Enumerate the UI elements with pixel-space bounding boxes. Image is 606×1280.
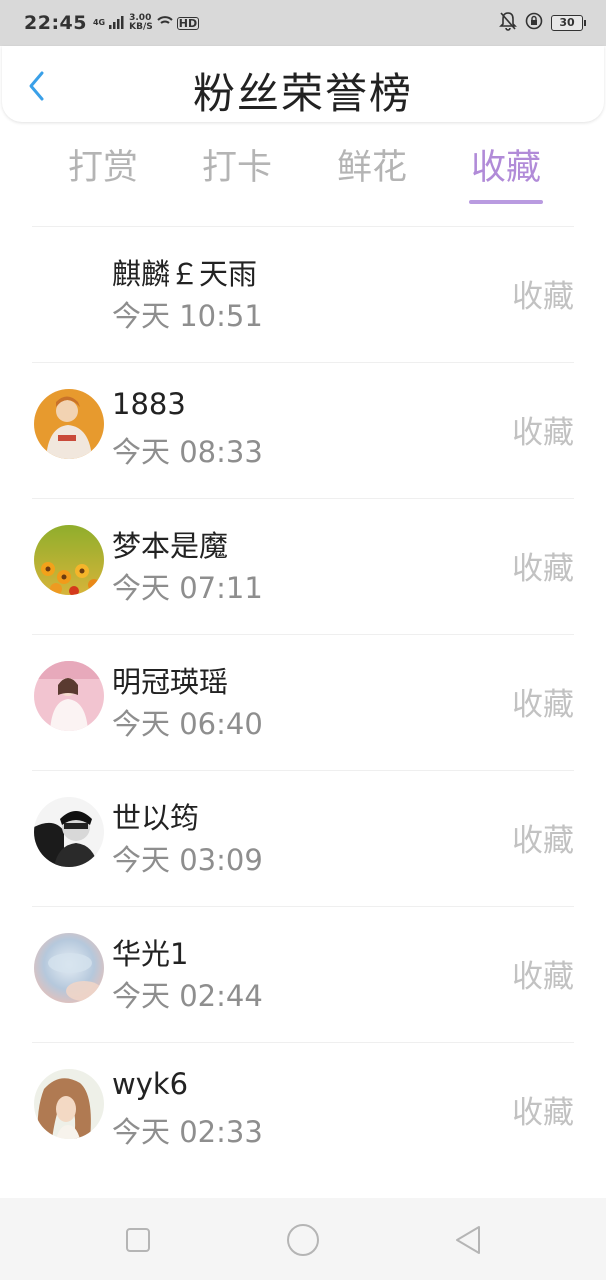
avatar (34, 661, 104, 731)
user-name: wyk6 (112, 1067, 189, 1101)
tab-label: 鲜花 (336, 148, 407, 188)
active-tab-indicator (469, 200, 543, 204)
home-button[interactable] (280, 1218, 326, 1262)
user-name: 华光1 (112, 937, 189, 971)
network-indicator: 4G 3.00 KB/S HD (92, 14, 200, 33)
list-item[interactable]: wyk6 今天 02:33 收藏 (32, 1042, 574, 1178)
circle-icon (287, 1224, 319, 1256)
square-icon (126, 1228, 150, 1252)
network-speed: 3.00 KB/S (129, 14, 153, 32)
tab-label: 打卡 (201, 148, 272, 188)
avatar (34, 525, 104, 595)
rotation-lock-icon (525, 12, 543, 34)
status-bar: 22:45 4G 3.00 KB/S HD 30 (0, 0, 606, 46)
wifi-icon (157, 14, 173, 33)
item-time: 今天 06:40 (112, 707, 263, 741)
user-name: 明冠瑛瑶 (112, 665, 229, 699)
status-right: 30 (499, 11, 586, 35)
tab-checkin[interactable]: 打卡 (200, 140, 274, 208)
user-name: 世以筠 (112, 801, 200, 835)
page-title: 粉丝荣誉榜 (192, 69, 413, 118)
item-time: 今天 02:33 (112, 1115, 263, 1149)
user-name: 1883 (112, 387, 186, 421)
fan-list: 麒麟￡天雨 今天 10:51 收藏 1883 今天 08:33 收藏 梦本是魔 … (0, 226, 606, 1178)
network-type: 4G (92, 18, 106, 27)
signal-icon (109, 14, 125, 33)
battery-icon: 30 (551, 15, 586, 31)
tab-label: 打赏 (67, 148, 138, 188)
list-item[interactable]: 华光1 今天 02:44 收藏 (32, 906, 574, 1042)
header: 粉丝荣誉榜 (2, 46, 604, 122)
item-action-label: 收藏 (512, 959, 574, 995)
item-time: 今天 10:51 (112, 299, 263, 333)
item-action-label: 收藏 (512, 415, 574, 451)
item-time: 今天 02:44 (112, 979, 263, 1013)
avatar (34, 1069, 104, 1139)
tab-favorites[interactable]: 收藏 (469, 140, 543, 208)
item-time: 今天 07:11 (112, 571, 263, 605)
avatar (34, 933, 104, 1003)
avatar (34, 797, 104, 867)
back-nav-button[interactable] (445, 1218, 491, 1262)
battery-level: 30 (551, 15, 583, 31)
item-time: 今天 08:33 (112, 435, 263, 469)
list-item[interactable]: 梦本是魔 今天 07:11 收藏 (32, 498, 574, 634)
tab-flowers[interactable]: 鲜花 (335, 140, 409, 208)
user-name: 梦本是魔 (112, 529, 229, 563)
system-nav-bar (0, 1198, 606, 1280)
tab-bar: 打赏 打卡 鲜花 收藏 (0, 140, 606, 210)
list-item[interactable]: 麒麟￡天雨 今天 10:51 收藏 (32, 226, 574, 362)
item-action-label: 收藏 (512, 1095, 574, 1131)
item-action-label: 收藏 (512, 551, 574, 587)
list-item[interactable]: 明冠瑛瑶 今天 06:40 收藏 (32, 634, 574, 770)
recent-apps-button[interactable] (115, 1218, 161, 1262)
hd-icon: HD (176, 16, 200, 30)
item-action-label: 收藏 (512, 687, 574, 723)
triangle-back-icon (456, 1226, 480, 1254)
tab-reward[interactable]: 打赏 (66, 140, 140, 208)
speed-unit: KB/S (129, 22, 153, 32)
list-item[interactable]: 1883 今天 08:33 收藏 (32, 362, 574, 498)
tab-label: 收藏 (470, 148, 541, 188)
mute-bell-icon (499, 11, 517, 35)
list-item[interactable]: 世以筠 今天 03:09 收藏 (32, 770, 574, 906)
status-time: 22:45 (24, 12, 87, 34)
avatar (34, 253, 104, 323)
user-name: 麒麟￡天雨 (112, 257, 258, 291)
item-time: 今天 03:09 (112, 843, 263, 877)
item-action-label: 收藏 (512, 279, 574, 315)
item-action-label: 收藏 (512, 823, 574, 859)
avatar (34, 389, 104, 459)
